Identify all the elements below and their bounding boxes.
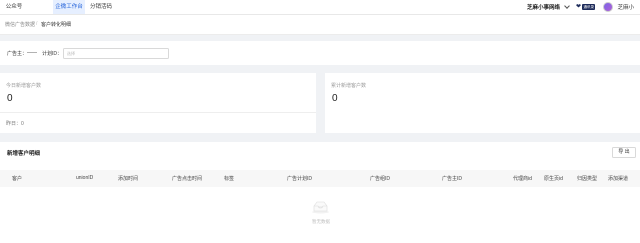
today-value: 0 [7, 93, 13, 104]
plan-id-select[interactable]: 选择 [63, 48, 169, 59]
export-button[interactable]: 导 出 [612, 147, 636, 158]
user-name[interactable]: 芝麻小 [617, 3, 634, 11]
plan-id-label: 计划ID： [42, 51, 63, 57]
filter-bar: 广告主： —— 计划ID： 选择 [0, 41, 640, 65]
yesterday-count: 昨日：0 [6, 121, 24, 127]
badge-label: 通讯录 [581, 4, 596, 10]
column-header[interactable]: 原生页id [544, 175, 563, 182]
plan-id-placeholder: 选择 [67, 51, 75, 56]
section-title: 新增客户明细 [7, 151, 41, 157]
top-navbar: 公众号 企微工作台 分销活码 芝麻小事网络 ❤ 通讯录 芝麻小 [0, 0, 640, 15]
total-value: 0 [332, 93, 338, 104]
today-new-customers-card: 今日新增客户数 0 昨日：0 [0, 73, 316, 133]
column-header[interactable]: 广告组ID [370, 175, 390, 182]
advertiser-value: —— [27, 50, 37, 56]
table-header: 客户 unionID 添加时间 广告点击时间 标签 广告计划ID 广告组ID 广… [0, 170, 640, 187]
column-header[interactable]: unionID [76, 175, 93, 181]
column-header[interactable]: 标签 [224, 175, 234, 182]
breadcrumb: 微信广告数据 / 客户转化明细 [0, 15, 640, 35]
tab-wecom-workbench[interactable]: 企微工作台 [53, 0, 85, 14]
breadcrumb-item-ad-data[interactable]: 微信广告数据 [5, 21, 35, 28]
org-name[interactable]: 芝麻小事网络 [527, 3, 560, 11]
column-header[interactable]: 添加时间 [118, 175, 138, 182]
column-header[interactable]: 广告主ID [442, 175, 462, 182]
tab-distribution-code[interactable]: 分销活码 [88, 0, 114, 14]
chevron-down-icon[interactable] [564, 3, 570, 9]
empty-text: 暂无数据 [312, 219, 330, 224]
advertiser-label: 广告主： [7, 51, 28, 57]
empty-box-icon [312, 201, 329, 214]
heart-icon: ❤ [575, 4, 581, 10]
avatar[interactable] [603, 2, 614, 12]
org-badge: ❤ 通讯录 [576, 4, 596, 10]
column-header[interactable]: 代理商id [513, 175, 532, 182]
tab-official-account[interactable]: 公众号 [4, 0, 24, 14]
column-header[interactable]: 添加渠道 [608, 175, 628, 182]
customer-detail-section: 新增客户明细 导 出 客户 unionID 添加时间 广告点击时间 标签 广告计… [0, 142, 640, 243]
card-divider [0, 112, 316, 113]
column-header[interactable]: 广告点击时间 [172, 175, 202, 182]
column-header[interactable]: 广告计划ID [287, 175, 312, 182]
breadcrumb-separator: / [36, 21, 38, 27]
breadcrumb-item-current: 客户转化明细 [41, 22, 72, 28]
column-header[interactable]: 归因类型 [577, 175, 597, 182]
today-label: 今日新增客户数 [6, 83, 42, 89]
column-header[interactable]: 客户 [12, 175, 22, 182]
total-new-customers-card: 累计新增客户数 0 [325, 73, 640, 133]
account-area: 芝麻小事网络 ❤ 通讯录 芝麻小 [527, 0, 634, 14]
total-label: 累计新增客户数 [331, 83, 367, 89]
